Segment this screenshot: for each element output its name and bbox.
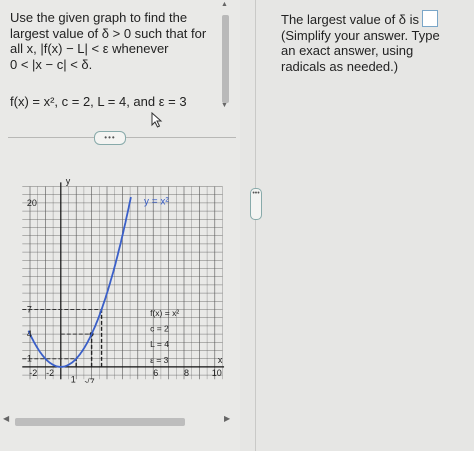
pane-divider-handle[interactable]: ••• xyxy=(250,188,262,220)
y-tick-label: 4 xyxy=(27,329,32,339)
y-tick-label: 7 xyxy=(27,305,32,315)
x-tick-label: 6 xyxy=(153,368,158,378)
x-axis-label: x xyxy=(218,355,223,365)
question-pane: Use the given graph to find the largest … xyxy=(0,0,240,451)
answer-prompt: The largest value of δ is xyxy=(281,10,471,28)
x-tick-label: 1 xyxy=(71,374,76,383)
parabola-curve xyxy=(27,196,132,368)
delta-answer-input[interactable] xyxy=(422,10,439,27)
y-tick-label: 1 xyxy=(27,354,32,364)
question-line: all x, |f(x) − L| < ε whenever xyxy=(10,41,169,56)
graph-grid xyxy=(22,186,223,380)
more-options-button[interactable]: ••• xyxy=(94,131,126,145)
curve-label: y = x² xyxy=(144,197,169,208)
x-tick-label: √7 xyxy=(85,377,95,383)
question-line: 0 < |x − c| < δ. xyxy=(10,56,93,72)
x-tick-label: 8 xyxy=(184,368,189,378)
question-line: Use the given graph to find the xyxy=(10,10,188,25)
legend-label: f(x) = x² xyxy=(150,308,179,318)
answer-panel: The largest value of δ is (Simplify your… xyxy=(281,10,471,74)
scroll-up-icon[interactable]: ▲ xyxy=(221,1,228,8)
graph-axes xyxy=(22,182,225,380)
answer-instruction: (Simplify your answer. Type xyxy=(281,27,440,43)
scroll-left-icon[interactable]: ◀ xyxy=(3,414,9,423)
pane-divider xyxy=(255,0,256,451)
answer-instruction: an exact answer, using xyxy=(281,43,414,58)
x-tick-label: 10 xyxy=(212,368,222,378)
function-graph: y x 20 7 4 1 -2 -2 1 √7 6 8 10 y = x² f(x) = x² c = 2 L … xyxy=(22,176,225,383)
legend-label: c = 2 xyxy=(150,324,169,334)
y-tick-label: 20 xyxy=(27,198,37,208)
x-tick-label: -2 xyxy=(46,368,54,378)
graph-scrollbar-thumb[interactable] xyxy=(15,418,185,426)
answer-instruction: radicals as needed.) xyxy=(281,58,399,74)
question-scrollbar-thumb[interactable] xyxy=(222,15,229,103)
scroll-down-icon[interactable]: ▼ xyxy=(221,102,228,109)
y-axis-label: y xyxy=(66,176,71,186)
function-definition: f(x) = x², c = 2, L = 4, and ε = 3 xyxy=(10,94,187,109)
mouse-pointer-icon xyxy=(151,112,163,128)
question-text: Use the given graph to find the largest … xyxy=(10,10,210,72)
scroll-right-icon[interactable]: ▶ xyxy=(224,414,230,423)
answer-prompt-text: The largest value of δ is xyxy=(281,12,420,27)
legend-label: L = 4 xyxy=(150,339,169,349)
x-tick-label: -2 xyxy=(29,368,37,378)
legend-label: ε = 3 xyxy=(150,355,168,365)
question-line: largest value of δ > 0 such that for xyxy=(10,25,207,41)
